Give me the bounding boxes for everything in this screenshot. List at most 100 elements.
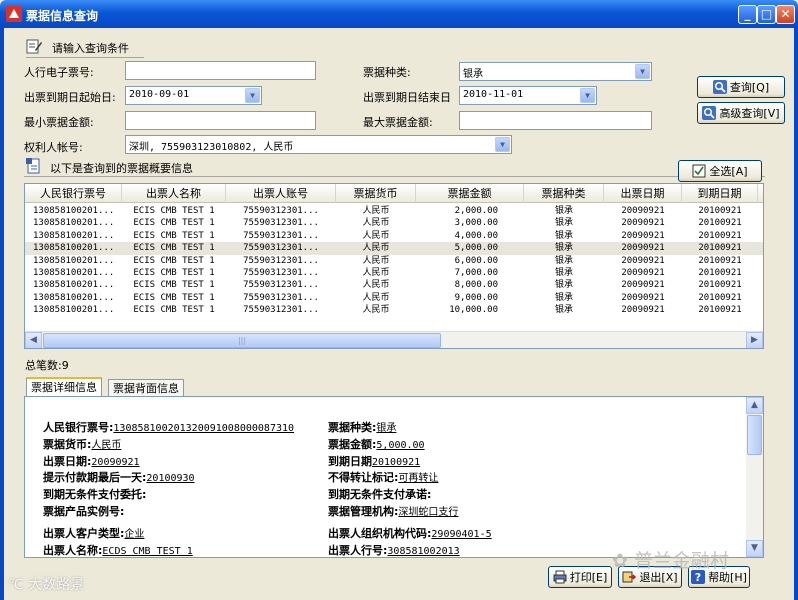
column-header[interactable]: 出票日期 <box>604 184 682 203</box>
scroll-up-icon[interactable]: ▲ <box>746 397 763 414</box>
table-cell: ECDS拒 <box>758 230 764 242</box>
detail-value: 29090401-5 <box>431 529 492 540</box>
detail-org-code: 出票人组织机构代码:29090401-5 <box>328 525 492 541</box>
table-cell: 银承 <box>554 243 573 254</box>
watermark-left-text: 大数路景 <box>28 577 85 593</box>
account-value: 深圳, 755903123010802, 人民币 <box>129 142 294 153</box>
table-cell: 人民币 <box>362 255 390 266</box>
table-cell: 6,000.00 <box>454 255 498 266</box>
results-section-title: 以下是查询到的票据概要信息 <box>50 162 193 175</box>
detail-value: 深圳蛇口支行 <box>398 507 459 518</box>
detail-promise: 到期无条件支付承诺: <box>328 486 431 502</box>
table-cell: ECDS拒 <box>758 242 764 254</box>
table-cell: 20100921 <box>698 255 742 266</box>
results-divider <box>24 176 765 177</box>
start-date-picker[interactable]: 2010-09-01 ▼ <box>125 86 262 105</box>
detail-label: 到期日期 <box>328 455 372 468</box>
table-cell: 20090921 <box>621 255 665 266</box>
table-cell: 人民币 <box>362 206 390 216</box>
table-cell: ECIS CMB TEST 1 <box>133 206 215 216</box>
table-cell: 20100921 <box>698 292 742 303</box>
column-header[interactable]: 票据货币 <box>336 184 416 203</box>
table-row[interactable]: 130858100201... ECIS CMB TEST 1 7559031230… <box>25 205 763 217</box>
detail-value: 20090921 <box>91 457 140 468</box>
account-select[interactable]: 深圳, 755903123010802, 人民币 ▼ <box>125 135 512 154</box>
end-date-label: 出票到期日结束日 <box>363 91 451 104</box>
detail-label: 票据产品实例号: <box>43 505 125 518</box>
detail-label: 票据种类: <box>328 421 377 434</box>
select-all-button[interactable]: 全选[A] <box>678 160 762 182</box>
column-header[interactable]: 票据种类 <box>524 184 604 203</box>
vertical-scrollbar[interactable]: ▲ ▼ <box>746 397 763 557</box>
table-cell: 75590312301... <box>243 255 319 266</box>
chevron-down-icon[interactable]: ▼ <box>495 137 510 152</box>
table-row[interactable]: 130858100201... ECIS CMB TEST 1 7559031230… <box>25 304 763 316</box>
advanced-query-button[interactable]: 高级查询[V] <box>697 102 785 124</box>
chevron-down-icon[interactable]: ▼ <box>635 64 650 79</box>
print-button[interactable]: 打印[E] <box>548 566 612 588</box>
table-cell: 银承 <box>554 268 573 278</box>
chevron-down-icon[interactable]: ▼ <box>245 88 260 103</box>
tab-detail-info[interactable]: 票据详细信息 <box>26 377 102 396</box>
detail-type: 票据种类:银承 <box>328 419 396 435</box>
table-cell: 7,000.00 <box>454 268 498 278</box>
min-amount-input[interactable] <box>125 111 316 130</box>
table-row[interactable]: 130858100201... ECIS CMB TEST 1 7559031230… <box>25 292 764 304</box>
table-cell: 人民币 <box>362 305 390 316</box>
scrollbar-thumb[interactable]: ||| <box>43 333 441 348</box>
close-icon[interactable]: ✕ <box>776 5 795 24</box>
table-cell: 20090921 <box>621 280 665 291</box>
scroll-down-icon[interactable]: ▼ <box>746 540 763 557</box>
detail-value: 人民币 <box>91 440 122 451</box>
table-row[interactable]: 130858100201... ECIS CMB TEST 1 7559031230… <box>25 242 764 255</box>
column-header[interactable]: 人民银行票号 <box>25 184 122 203</box>
results-table[interactable]: 人民银行票号出票人名称出票人账号票据货币票据金额票据种类出票日期到期日期收 13… <box>24 183 764 349</box>
ticket-type-select[interactable]: 银承 ▼ <box>459 62 652 81</box>
table-row[interactable]: 130858100201... ECIS CMB TEST 1 7559031230… <box>25 217 764 229</box>
horizontal-scrollbar[interactable]: ◀ ||| ▶ <box>25 331 763 348</box>
table-cell: 20090921 <box>621 305 665 316</box>
table-cell: 130858100201... <box>33 305 115 316</box>
query-button[interactable]: 查询[Q] <box>697 76 785 98</box>
table-row[interactable]: 130858100201... ECIS CMB TEST 1 7559031230… <box>25 255 763 267</box>
end-date-picker[interactable]: 2010-11-01 ▼ <box>459 86 597 105</box>
scroll-right-icon[interactable]: ▶ <box>746 332 763 348</box>
max-amount-input[interactable] <box>459 111 652 130</box>
detail-label: 到期无条件支付委托: <box>43 488 147 501</box>
table-cell: 人民币 <box>362 280 390 291</box>
advanced-query-button-label: 高级查询[V] <box>719 107 780 120</box>
table-row[interactable]: 130858100201... ECIS CMB TEST 1 7559031230… <box>25 230 764 242</box>
detail-value: 银承 <box>376 423 397 434</box>
table-cell: 75590312301... <box>243 243 319 254</box>
table-cell: 人民币 <box>362 218 390 229</box>
table-cell: 4,000.00 <box>454 230 498 241</box>
minimize-icon[interactable]: _ <box>738 5 757 24</box>
min-amount-label: 最小票据金额: <box>24 116 94 129</box>
table-cell: 银承 <box>554 218 573 229</box>
table-cell: ECDS拒 <box>758 292 764 304</box>
query-section-title: 请输入查询条件 <box>52 42 129 55</box>
detail-value: 308581002013 <box>387 546 460 557</box>
detail-panel: 人民银行票号:130858100201320091008000087310 票据… <box>24 396 764 558</box>
ticket-no-input[interactable] <box>125 61 316 80</box>
table-cell: 130858100201... <box>33 218 115 229</box>
table-cell: 130858100201... <box>33 280 115 291</box>
table-row[interactable]: 130858100201... ECIS CMB TEST 1 7559031230… <box>25 279 763 291</box>
column-header[interactable]: 出票人账号 <box>226 184 336 203</box>
table-cell: ECIS CMB TEST 1 <box>133 243 215 254</box>
table-cell: ECDS拒 <box>758 217 764 229</box>
detail-ticket-no: 人民银行票号:130858100201320091008000087310 <box>43 419 294 435</box>
scrollbar-thumb[interactable] <box>747 415 762 455</box>
window-title: 票据信息查询 <box>26 9 99 23</box>
scroll-left-icon[interactable]: ◀ <box>25 332 42 348</box>
table-row[interactable]: 130858100201... ECIS CMB TEST 1 7559031230… <box>25 267 763 279</box>
table-cell: 130858100201... <box>33 206 115 216</box>
column-header[interactable]: 到期日期 <box>682 184 758 203</box>
column-header[interactable]: 收 <box>758 184 763 203</box>
column-header[interactable]: 票据金额 <box>416 184 524 203</box>
table-cell: 银承 <box>554 206 573 216</box>
column-header[interactable]: 出票人名称 <box>122 184 226 203</box>
detail-label: 出票人组织机构代码: <box>328 527 432 540</box>
chevron-down-icon[interactable]: ▼ <box>580 88 595 103</box>
maximize-icon[interactable]: □ <box>757 5 776 24</box>
